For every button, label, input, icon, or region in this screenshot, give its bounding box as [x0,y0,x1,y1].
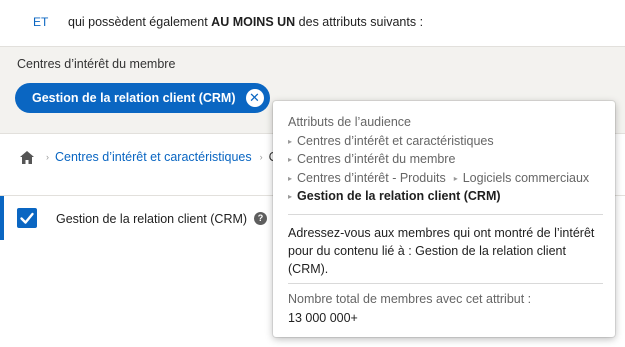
interests-category-label: Centres d’intérêt du membre [17,57,176,71]
selected-attribute-pill[interactable]: Gestion de la relation client (CRM) ✕ [15,83,270,113]
member-count-label: Nombre total de membres avec cet attribu… [288,292,532,306]
tooltip-path-item: ▸ Centres d’intérêt et caractéristiques [288,134,494,148]
tooltip-path-item: ▸ Centres d’intérêt du membre [288,152,455,166]
caret-right-icon: ▸ [453,174,458,183]
condition-text-before: qui possèdent également [68,15,212,29]
selected-attribute-pill-label: Gestion de la relation client (CRM) [32,91,236,105]
tooltip-description: Adressez-vous aux membres qui ont montré… [288,226,595,276]
tooltip-path-current: ▸ Gestion de la relation client (CRM) [288,189,501,203]
caret-right-icon: ▸ [288,174,293,183]
selected-row-accent [0,196,4,240]
checkbox[interactable] [17,208,37,228]
condition-row: ET qui possèdent également AU MOINS UN d… [0,0,625,46]
divider [288,214,603,215]
caret-right-icon: ▸ [288,137,293,146]
chevron-right-icon: › [259,152,263,162]
tooltip-title: Attributs de l’audience [288,115,411,129]
caret-right-icon: ▸ [288,155,293,164]
chevron-right-icon: › [46,152,49,162]
breadcrumb-link[interactable]: Centres d’intérêt et caractéristiques [55,150,252,164]
condition-emphasis: AU MOINS UN [211,15,296,29]
home-icon[interactable] [20,150,34,164]
tooltip-path-item: ▸ Centres d’intérêt - Produits ▸ Logiciels … [288,171,589,185]
condition-text: qui possèdent également AU MOINS UN des … [68,15,423,29]
tooltip-path-label: Centres d’intérêt - Produits [297,171,446,185]
attribute-tooltip: Attributs de l’audience ▸ Centres d’intér… [273,101,615,337]
condition-text-after: des attributs suivants : [295,15,424,29]
question-circle-icon[interactable]: ? [254,212,267,225]
member-count-value: 13 000 000+ [288,311,358,325]
tooltip-path-label: Logiciels commerciaux [462,171,590,185]
divider [288,283,603,284]
list-item-label: Gestion de la relation client (CRM) [56,212,248,226]
operator-label: ET [33,15,49,29]
caret-right-icon: ▸ [288,192,293,201]
tooltip-path-label: Gestion de la relation client (CRM) [297,189,501,203]
tooltip-path-label: Centres d’intérêt du membre [297,152,456,166]
breadcrumb: › Centres d’intérêt et caractéristiques … [20,148,278,166]
tooltip-path-label: Centres d’intérêt et caractéristiques [297,134,494,148]
close-circle-icon[interactable]: ✕ [245,89,264,107]
